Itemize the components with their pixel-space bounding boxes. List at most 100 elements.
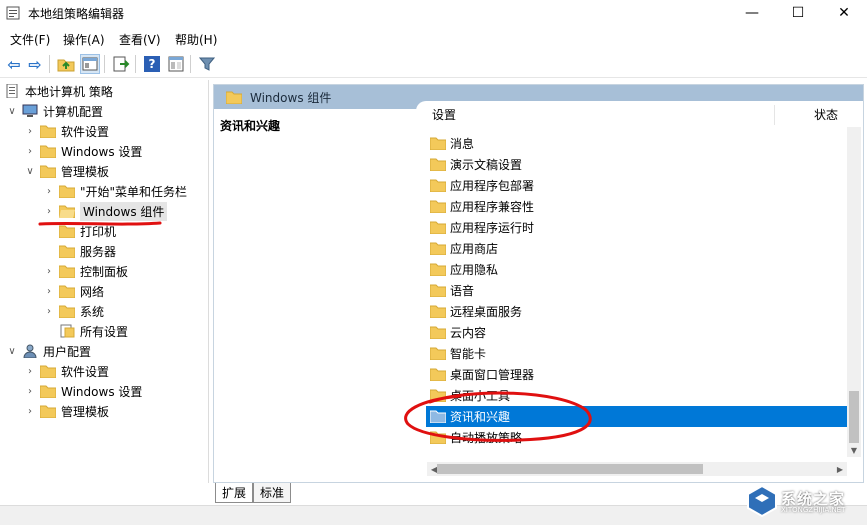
- chevron-right-icon[interactable]: ›: [43, 185, 55, 197]
- menu-action[interactable]: 操作(A): [63, 31, 105, 48]
- horizontal-scrollbar[interactable]: ◀ ▶: [427, 462, 847, 476]
- vertical-scrollbar-thumb[interactable]: [849, 391, 859, 443]
- export-list-button[interactable]: [111, 54, 131, 74]
- chevron-right-icon[interactable]: ›: [24, 125, 36, 137]
- minimize-button[interactable]: —: [729, 0, 775, 26]
- settings-list-item[interactable]: 应用程序兼容性: [426, 196, 852, 217]
- toolbar: ⇦ ⇨ ?: [0, 50, 867, 78]
- tree-item-label: 打印机: [80, 224, 117, 239]
- settings-list-item[interactable]: 消息: [426, 133, 852, 154]
- maximize-button[interactable]: ☐: [775, 0, 821, 26]
- settings-list-item[interactable]: 演示文稿设置: [426, 154, 852, 175]
- tab-extended[interactable]: 扩展: [215, 483, 254, 503]
- up-folder-button[interactable]: [56, 54, 76, 74]
- close-button[interactable]: ✕: [821, 0, 867, 26]
- chevron-right-icon[interactable]: ›: [43, 265, 55, 277]
- description-title: 资讯和兴趣: [220, 119, 281, 133]
- folder-icon: [59, 265, 75, 278]
- folder-icon: [59, 305, 75, 318]
- settings-list-item-label: 资讯和兴趣: [450, 410, 511, 424]
- filter-icon: [199, 57, 215, 71]
- settings-list-item[interactable]: 语音: [426, 280, 852, 301]
- tree-item-network[interactable]: › 网络: [43, 281, 104, 301]
- tree-item-windows-components[interactable]: › Windows 组件: [43, 201, 168, 221]
- toolbar-separator: [49, 55, 50, 73]
- tree-item-user-windows-settings[interactable]: › Windows 设置: [24, 381, 142, 401]
- tree-item-computer-config[interactable]: ∨ 计算机配置: [6, 101, 103, 121]
- tree-item-system[interactable]: › 系统: [43, 301, 104, 321]
- settings-list-item[interactable]: 应用隐私: [426, 259, 852, 280]
- tree-item-windows-settings[interactable]: › Windows 设置: [24, 141, 142, 161]
- folder-icon: [430, 347, 446, 360]
- watermark-logo-icon: [747, 484, 777, 518]
- column-header-state[interactable]: 状态: [814, 101, 838, 127]
- description-panel: 资讯和兴趣: [214, 109, 416, 479]
- tree-item-all-settings[interactable]: 所有设置: [59, 321, 128, 341]
- tree-item-label: 计算机配置: [43, 104, 104, 119]
- settings-list-item-label: 应用商店: [450, 242, 499, 256]
- chevron-right-icon[interactable]: ›: [24, 385, 36, 397]
- tree-item-user-admin-templates[interactable]: › 管理模板: [24, 401, 109, 421]
- tree-item-local-computer-policy[interactable]: 本地计算机 策略: [4, 81, 113, 101]
- tree-item-label: 网络: [80, 284, 105, 299]
- tree-item-software-settings[interactable]: › 软件设置: [24, 121, 109, 141]
- settings-list-item-label: 远程桌面服务: [450, 305, 523, 319]
- folder-icon: [430, 305, 446, 318]
- settings-list-item[interactable]: 应用程序包部署: [426, 175, 852, 196]
- menu-help[interactable]: 帮助(H): [175, 31, 217, 48]
- folder-icon: [226, 91, 242, 104]
- folder-icon: [430, 221, 446, 234]
- chevron-down-icon[interactable]: ∨: [6, 345, 18, 357]
- chevron-right-icon[interactable]: ›: [43, 305, 55, 317]
- tree-item-label: 用户配置: [43, 344, 92, 359]
- tree-item-start-menu[interactable]: › "开始"菜单和任务栏: [43, 181, 187, 201]
- folder-icon: [40, 365, 56, 378]
- settings-list-item[interactable]: 远程桌面服务: [426, 301, 852, 322]
- horizontal-scrollbar-thumb[interactable]: [437, 464, 703, 474]
- tab-standard[interactable]: 标准: [253, 483, 292, 503]
- chevron-right-icon[interactable]: ›: [24, 145, 36, 157]
- back-button[interactable]: ⇦: [4, 54, 24, 74]
- chevron-right-icon[interactable]: ›: [43, 285, 55, 297]
- all-settings-icon: [60, 324, 75, 338]
- forward-icon: ⇨: [28, 54, 42, 74]
- vertical-scrollbar[interactable]: ▼: [847, 127, 861, 457]
- chevron-right-icon[interactable]: ›: [24, 405, 36, 417]
- tree-item-printers[interactable]: 打印机: [59, 221, 116, 241]
- settings-list-item[interactable]: 资讯和兴趣: [426, 406, 852, 427]
- status-bar: [0, 505, 867, 525]
- properties-button[interactable]: [166, 54, 186, 74]
- tree-item-admin-templates[interactable]: ∨ 管理模板: [24, 161, 109, 181]
- settings-list-item[interactable]: 智能卡: [426, 343, 852, 364]
- folder-icon: [430, 368, 446, 381]
- folder-icon: [430, 179, 446, 192]
- chevron-down-icon[interactable]: ∨: [24, 165, 36, 177]
- chevron-right-icon[interactable]: ›: [43, 205, 55, 217]
- settings-list-item[interactable]: 桌面窗口管理器: [426, 364, 852, 385]
- tree-item-server[interactable]: 服务器: [59, 241, 116, 261]
- policy-document-icon: [6, 84, 18, 98]
- scroll-down-icon[interactable]: ▼: [847, 443, 861, 457]
- column-header-setting[interactable]: 设置: [432, 101, 456, 127]
- chevron-right-icon[interactable]: ›: [24, 365, 36, 377]
- menu-view[interactable]: 查看(V): [119, 31, 161, 48]
- chevron-down-icon[interactable]: ∨: [6, 105, 18, 117]
- tree-item-control-panel[interactable]: › 控制面板: [43, 261, 128, 281]
- settings-list-item[interactable]: 桌面小工具: [426, 385, 852, 406]
- settings-list-item[interactable]: 应用商店: [426, 238, 852, 259]
- settings-list-item[interactable]: 自动播放策略: [426, 427, 852, 448]
- settings-list-item-label: 自动播放策略: [450, 431, 523, 445]
- selected-folder-icon: [430, 410, 446, 423]
- help-button[interactable]: ?: [142, 54, 162, 74]
- folder-icon: [40, 405, 56, 418]
- menu-file[interactable]: 文件(F): [10, 31, 50, 48]
- filter-button[interactable]: [197, 54, 217, 74]
- tree-item-label: 管理模板: [61, 164, 110, 179]
- forward-button[interactable]: ⇨: [25, 54, 45, 74]
- scroll-right-icon[interactable]: ▶: [833, 462, 847, 476]
- show-hide-tree-button[interactable]: [80, 54, 100, 74]
- tree-item-user-software-settings[interactable]: › 软件设置: [24, 361, 109, 381]
- tree-item-user-config[interactable]: ∨ 用户配置: [6, 341, 91, 361]
- settings-list-item[interactable]: 应用程序运行时: [426, 217, 852, 238]
- settings-list-item[interactable]: 云内容: [426, 322, 852, 343]
